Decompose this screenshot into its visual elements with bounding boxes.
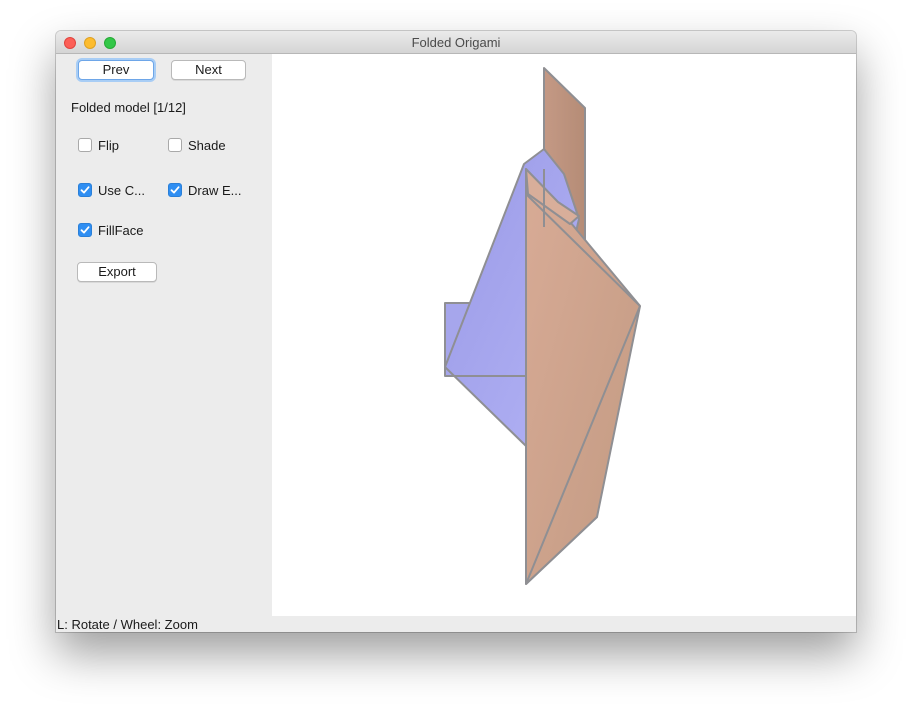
origami-canvas[interactable] xyxy=(272,54,856,616)
status-hint: L: Rotate / Wheel: Zoom xyxy=(57,617,198,632)
checkmark-icon xyxy=(80,186,90,194)
control-panel: Prev Next Folded model [1/12] Flip Shade… xyxy=(56,54,272,616)
shade-label[interactable]: Shade xyxy=(188,138,226,153)
title-bar[interactable]: Folded Origami xyxy=(56,31,856,54)
origami-model[interactable] xyxy=(272,54,856,616)
window-title: Folded Origami xyxy=(411,35,501,50)
checkmark-icon xyxy=(80,226,90,234)
fill-face-label[interactable]: FillFace xyxy=(98,223,144,238)
use-color-checkbox[interactable] xyxy=(78,183,92,197)
draw-edges-label[interactable]: Draw E... xyxy=(188,183,241,198)
fill-face-checkbox[interactable] xyxy=(78,223,92,237)
export-button[interactable]: Export xyxy=(77,262,157,282)
model-status-label: Folded model [1/12] xyxy=(71,100,186,115)
next-button[interactable]: Next xyxy=(171,60,246,80)
prev-button[interactable]: Prev xyxy=(78,60,154,80)
flip-label[interactable]: Flip xyxy=(98,138,119,153)
shade-checkbox[interactable] xyxy=(168,138,182,152)
checkmark-icon xyxy=(170,186,180,194)
status-bar: L: Rotate / Wheel: Zoom xyxy=(56,616,856,632)
origami-window: Folded Origami Prev Next Folded model [1… xyxy=(56,31,856,632)
use-color-label[interactable]: Use C... xyxy=(98,183,145,198)
draw-edges-checkbox[interactable] xyxy=(168,183,182,197)
flip-checkbox[interactable] xyxy=(78,138,92,152)
